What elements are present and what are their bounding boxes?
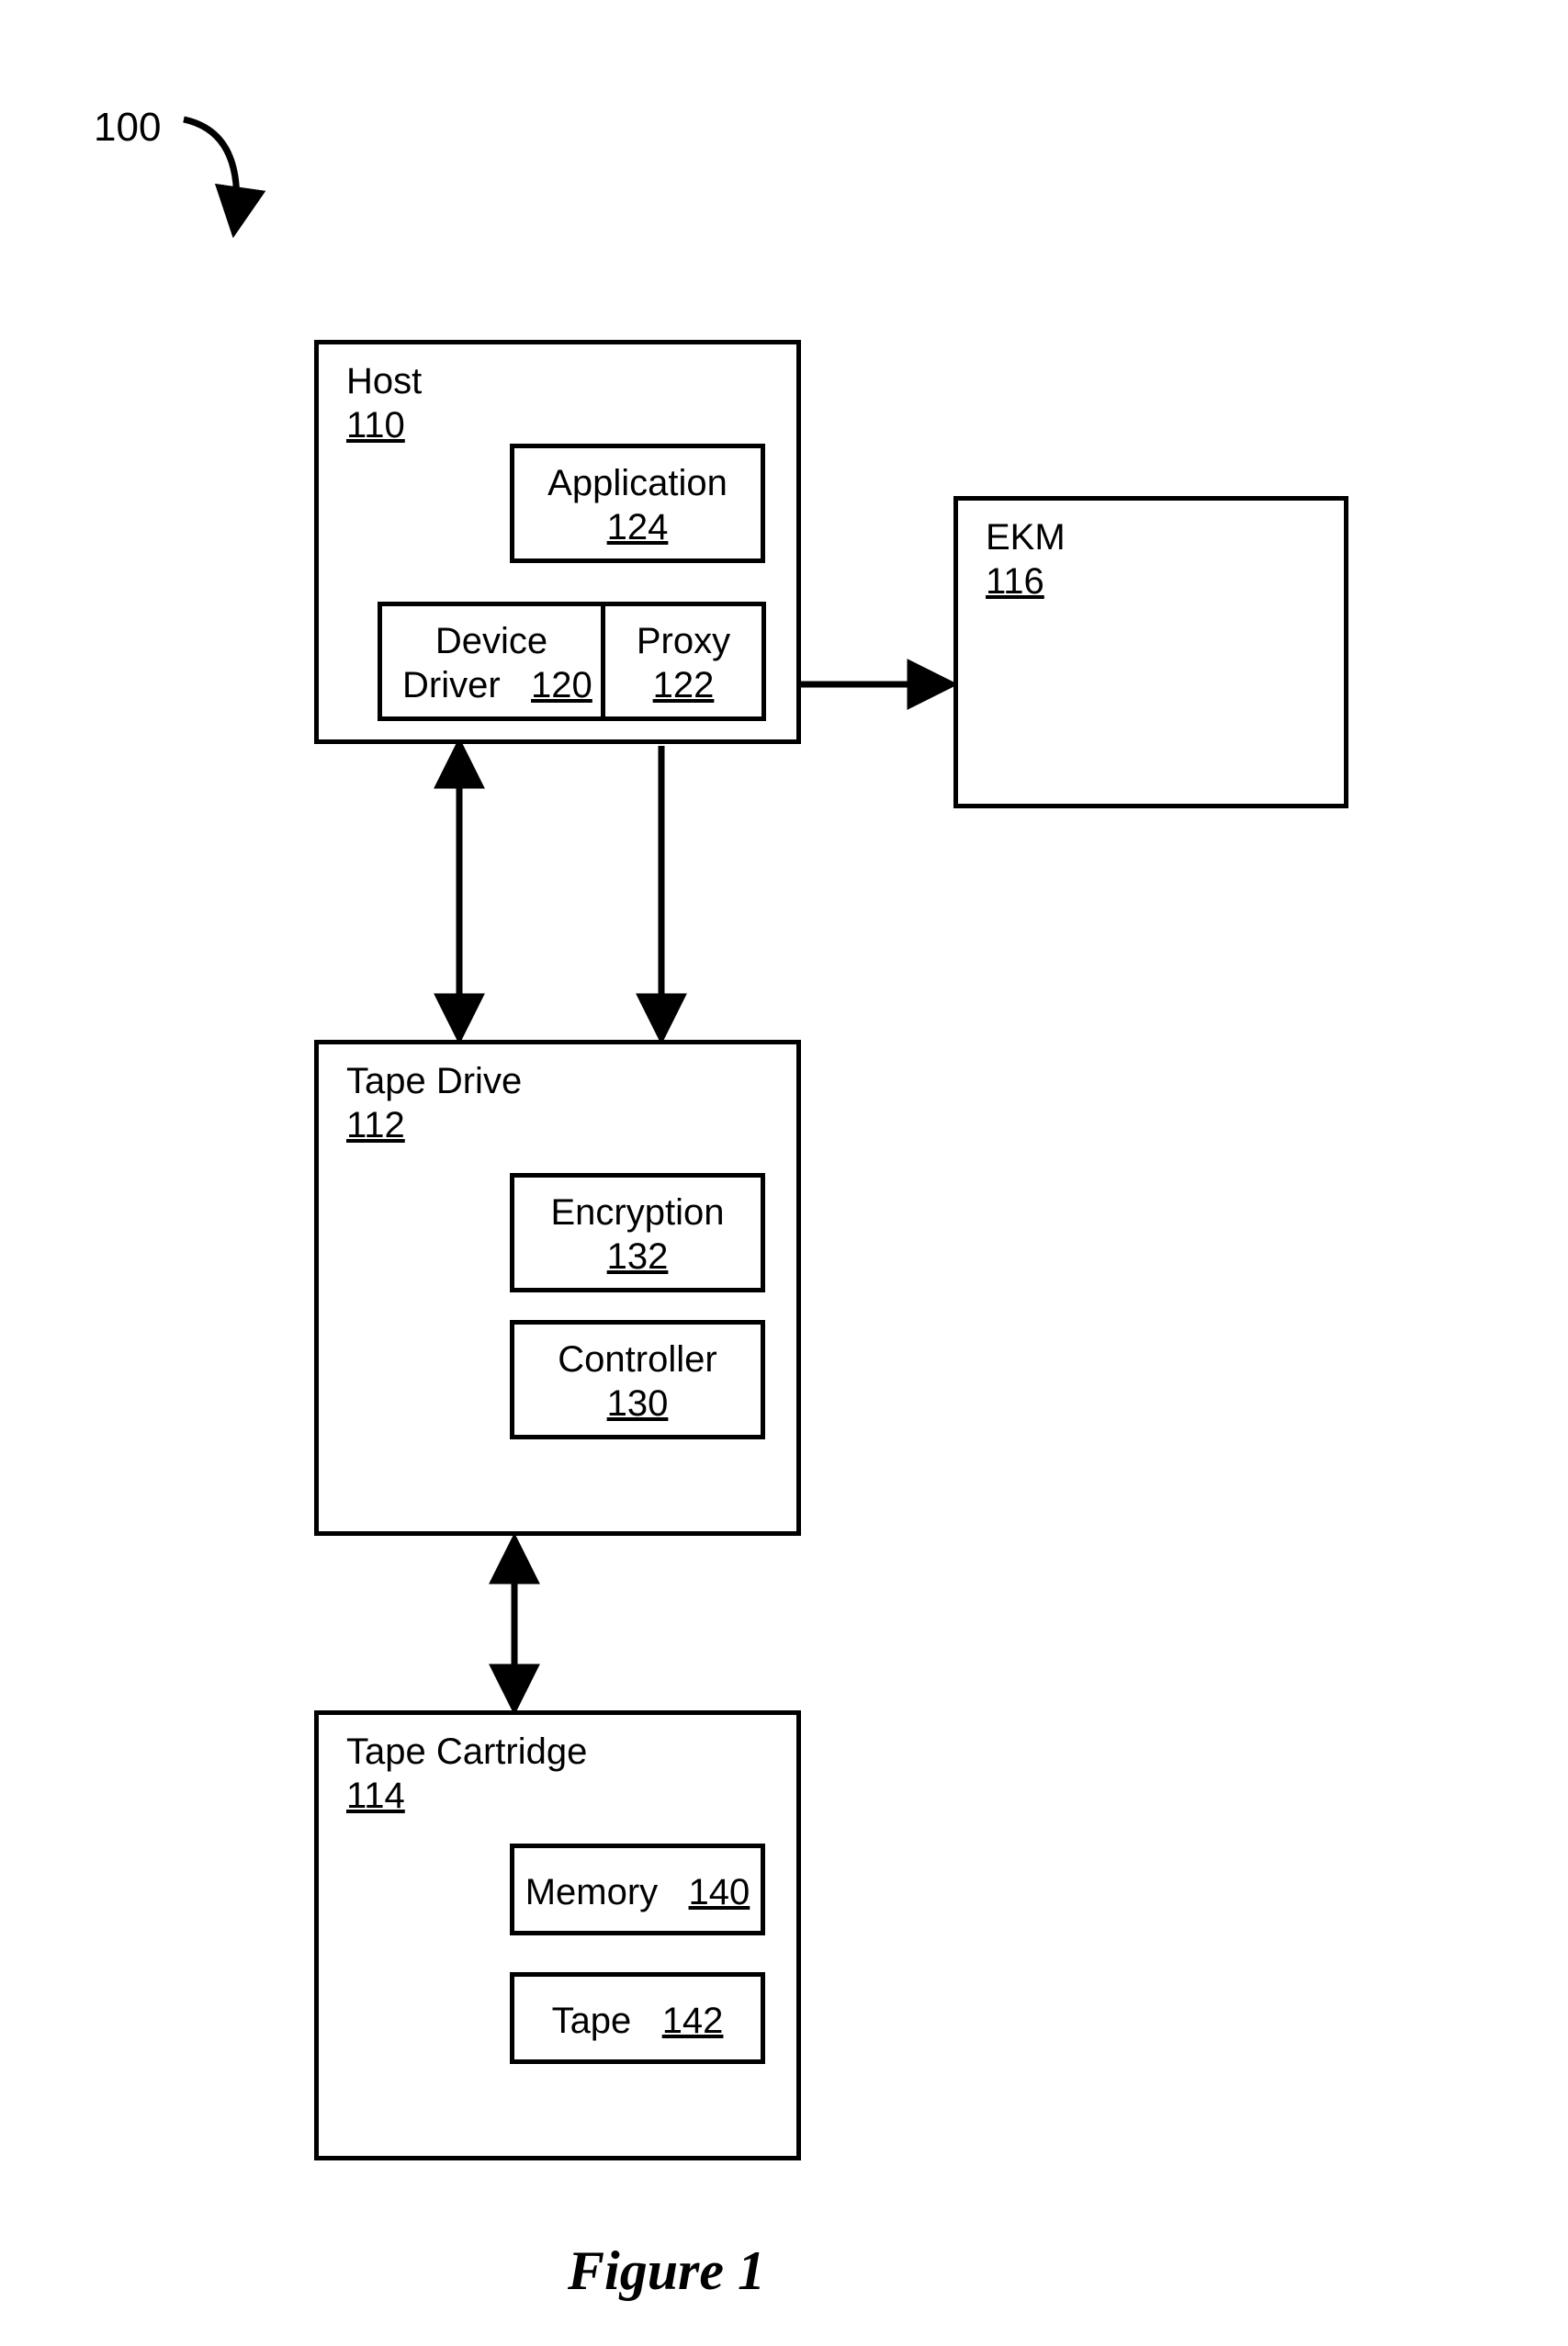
device-driver-title2: Driver 120 [402,665,592,705]
tape-cartridge-box: Tape Cartridge 114 Memory 140 Tape 142 [314,1710,801,2160]
application-number: 124 [514,507,761,547]
proxy-title: Proxy [605,621,761,661]
controller-number: 130 [514,1383,761,1424]
proxy-number: 122 [605,665,761,705]
figure-caption: Figure 1 [568,2239,765,2303]
ekm-number: 116 [986,561,1044,602]
tape-drive-number: 112 [346,1105,405,1145]
tape-cartridge-title: Tape Cartridge [346,1731,587,1772]
host-box: Host 110 Application 124 Device Driver 1… [314,340,801,744]
diagram-page: 100 Host 110 Application 124 Device [0,0,1568,2346]
ekm-box: EKM 116 [953,496,1348,808]
encryption-title: Encryption [514,1192,761,1233]
encryption-number: 132 [514,1236,761,1277]
host-title: Host [346,361,422,401]
tape-label: Tape 142 [514,2001,761,2041]
memory-label: Memory 140 [514,1872,761,1912]
device-driver-title1: Device [382,621,601,661]
reference-number-label: 100 [94,106,161,150]
tape-drive-title: Tape Drive [346,1061,522,1101]
controller-title: Controller [514,1339,761,1380]
encryption-box: Encryption 132 [510,1173,765,1292]
tape-cartridge-number: 114 [346,1776,405,1816]
device-driver-box: Device Driver 120 [378,602,605,721]
ekm-title: EKM [986,517,1066,558]
proxy-box: Proxy 122 [601,602,766,721]
host-number: 110 [346,405,405,446]
memory-box: Memory 140 [510,1844,765,1935]
application-box: Application 124 [510,444,765,563]
tape-drive-box: Tape Drive 112 Encryption 132 Controller… [314,1040,801,1536]
application-title: Application [514,463,761,503]
tape-box: Tape 142 [510,1972,765,2064]
controller-box: Controller 130 [510,1320,765,1439]
